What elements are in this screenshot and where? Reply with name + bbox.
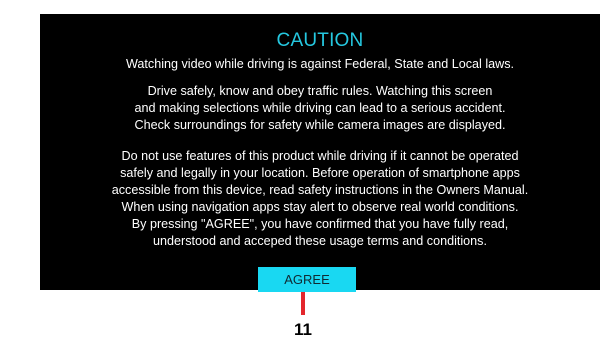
text-line: When using navigation apps stay alert to… — [121, 200, 519, 214]
text-line: safely and legally in your location. Bef… — [120, 166, 520, 180]
law-warning-text: Watching video while driving is against … — [40, 56, 600, 73]
text-line: Watching video while driving is against … — [125, 57, 515, 71]
text-line: and making selections while driving can … — [134, 101, 506, 115]
caution-title: CAUTION — [276, 30, 364, 51]
text-line: By pressing "AGREE", you have confirmed … — [131, 217, 509, 231]
safety-warning-text: Drive safely, know and obey traffic rule… — [40, 83, 600, 134]
text-line: accessible from this device, read safety… — [111, 183, 529, 197]
callout-line — [301, 292, 305, 315]
callout-number: 11 — [294, 320, 312, 339]
text-line: Check surroundings for safety while came… — [134, 118, 506, 132]
text-line: Do not use features of this product whil… — [121, 149, 519, 163]
terms-text: Do not use features of this product whil… — [40, 148, 600, 250]
text-line: understood and acceped these usage terms… — [153, 234, 487, 248]
caution-screen: CAUTION Watching video while driving is … — [40, 14, 600, 292]
text-line: Drive safely, know and obey traffic rule… — [147, 84, 493, 98]
agree-button[interactable]: AGREE — [258, 267, 356, 292]
